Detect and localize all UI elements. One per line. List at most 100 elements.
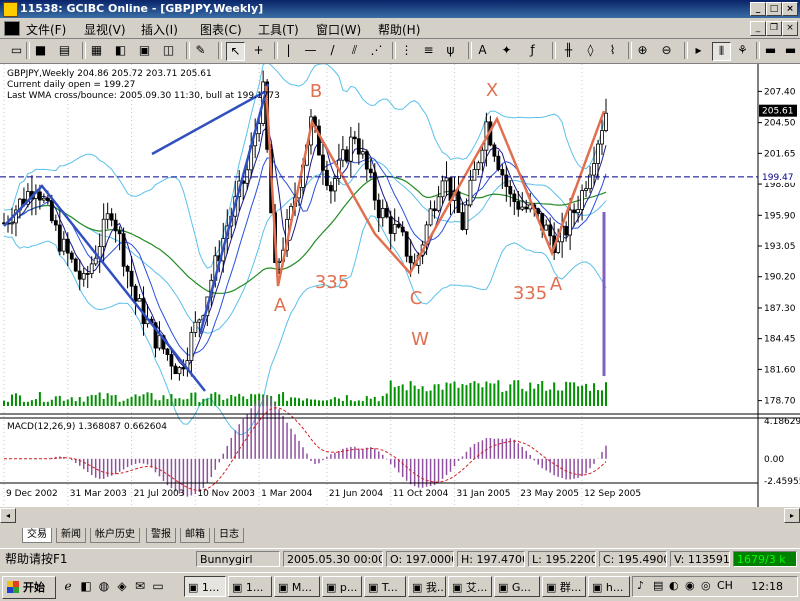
chart-shift-icon[interactable]: ⦀ (712, 42, 731, 61)
taskbar-task[interactable]: ▣ T... (364, 576, 406, 597)
chart-window-icon[interactable] (4, 21, 20, 36)
volume-bar (381, 395, 384, 406)
fibo-lines-icon[interactable]: ≡ (420, 42, 437, 59)
terminal-tab[interactable]: 邮箱 (180, 528, 210, 543)
volume-bar (34, 399, 37, 406)
price-chart[interactable]: 4.186290.00-2.45955 207.40204.50201.6519… (0, 61, 800, 507)
date-axis-label: 12 Sep 2005 (584, 489, 641, 499)
terminal-icon[interactable]: ▣ (136, 42, 153, 59)
terminal-tab[interactable]: 帐户历史 (90, 528, 140, 543)
cursor-icon[interactable]: ↖ (226, 42, 245, 61)
line-chart-icon[interactable]: ⌇ (604, 42, 621, 59)
candle-body (41, 197, 46, 201)
save-icon[interactable]: ■ (32, 42, 49, 59)
taskbar-task[interactable]: ▣ 艾... (448, 576, 492, 597)
terminal-tab[interactable]: 日志 (214, 528, 244, 543)
child-restore-button[interactable]: ❐ (766, 21, 782, 36)
chart-window[interactable]: 4.186290.00-2.45955 207.40204.50201.6519… (0, 61, 800, 507)
maximize-button[interactable]: □ (766, 2, 782, 16)
taskbar-task[interactable]: ▣ 1... (228, 576, 272, 597)
volume-bar (218, 394, 221, 406)
taskbar-task[interactable]: ▣ h... (588, 576, 630, 597)
outlook-icon[interactable]: ✉ (132, 578, 148, 594)
network-icon[interactable]: ▤ (653, 579, 663, 592)
navigator-icon[interactable]: ◧ (112, 42, 129, 59)
media-icon[interactable]: ◈ (114, 578, 130, 594)
horizontal-scrollbar[interactable]: ◂ ▸ (0, 508, 800, 523)
periodicity-icon[interactable]: ▬ (762, 42, 779, 59)
status-traffic[interactable]: 1679/3 k (733, 551, 797, 567)
toolbar-separator (684, 42, 688, 59)
fibonacci-icon[interactable]: ⋮ (398, 42, 415, 59)
language-indicator[interactable]: CH (717, 579, 733, 592)
taskbar-task[interactable]: ▣ p... (322, 576, 362, 597)
window-title-bar[interactable]: 11538: GCIBC Online - [GBPJPY,Weekly] _ … (0, 0, 800, 18)
crosshair-icon[interactable]: + (250, 42, 267, 59)
taskbar-task[interactable]: ▣ G... (494, 576, 540, 597)
scroll-left-arrow[interactable]: ◂ (0, 508, 16, 523)
menu-view[interactable]: 显视(V) (84, 21, 126, 38)
zoom-out-icon[interactable]: ⊖ (658, 42, 675, 59)
text-icon[interactable]: A (474, 42, 491, 59)
gann-fan-icon[interactable]: ⋰ (368, 42, 385, 59)
macd-axis-label: -2.45955 (764, 477, 800, 487)
volume-bar (198, 401, 201, 406)
messenger-icon[interactable]: ◍ (96, 578, 112, 594)
trendline-icon[interactable]: / (324, 42, 341, 59)
ime-icon[interactable]: ◎ (701, 579, 711, 592)
ie-icon[interactable]: ℯ (60, 578, 76, 594)
volume-bar (361, 401, 364, 406)
channel-icon[interactable]: ⫽ (346, 42, 363, 59)
qq-icon[interactable]: ◉ (685, 579, 695, 592)
speaker-icon[interactable]: ♪ (637, 579, 644, 592)
menu-window[interactable]: 窗口(W) (316, 21, 361, 38)
toolbar-separator (218, 42, 222, 59)
terminal-tab[interactable]: 交易 (22, 528, 52, 543)
start-button[interactable]: 开始 (2, 576, 56, 599)
volume-bar (42, 401, 45, 406)
terminal-tab[interactable]: 警报 (146, 528, 176, 543)
andrews-pitchfork-icon[interactable]: ψ (442, 42, 459, 59)
label-icon[interactable]: ✦ (498, 42, 515, 59)
indicators-icon[interactable]: ⚘ (734, 42, 751, 59)
minimize-button[interactable]: _ (750, 2, 766, 16)
child-minimize-button[interactable]: _ (750, 21, 766, 36)
vertical-line-icon[interactable]: | (280, 42, 297, 59)
templates-icon[interactable]: ▬ (782, 42, 799, 59)
menu-help[interactable]: 帮助(H) (378, 21, 420, 38)
volume-bar (457, 387, 460, 406)
child-close-button[interactable]: × (782, 21, 798, 36)
date-axis-label: 1 Mar 2004 (261, 489, 313, 499)
menu-insert[interactable]: 插入(I) (141, 21, 178, 38)
wave-annotation-label: X (486, 80, 498, 101)
taskbar-task[interactable]: ▣ 1... (184, 576, 226, 597)
pencil-icon[interactable]: ✎ (192, 42, 209, 59)
close-button[interactable]: × (782, 2, 798, 16)
tester-icon[interactable]: ◫ (160, 42, 177, 59)
menu-charts[interactable]: 图表(C) (200, 21, 242, 38)
new-chart-icon[interactable]: ▭ (8, 42, 25, 59)
antivirus-icon[interactable]: ◐ (669, 579, 679, 592)
period-icon[interactable]: ƒ (524, 42, 541, 59)
desktop-icon[interactable]: ▭ (150, 578, 166, 594)
taskbar-task[interactable]: ▣ 群... (542, 576, 586, 597)
taskbar-task[interactable]: ▣ M... (274, 576, 320, 597)
horizontal-line-icon[interactable]: — (302, 42, 319, 59)
print-icon[interactable]: ▤ (56, 42, 73, 59)
candles-icon[interactable]: ◊ (582, 42, 599, 59)
market-watch-icon[interactable]: ▦ (88, 42, 105, 59)
autoscroll-icon[interactable]: ▸ (690, 42, 707, 59)
volume-bar (513, 380, 516, 406)
bar-chart-icon[interactable]: ╫ (560, 42, 577, 59)
terminal-tab[interactable]: 新闻 (56, 528, 86, 543)
taskbar-task[interactable]: ▣ 我... (408, 576, 446, 597)
candle-body (368, 168, 373, 174)
volume-bar (130, 396, 133, 406)
zoom-in-icon[interactable]: ⊕ (634, 42, 651, 59)
menu-file[interactable]: 文件(F) (26, 21, 66, 38)
explorer-icon[interactable]: ◧ (78, 578, 94, 594)
volume-bar (86, 396, 89, 406)
volume-bar (485, 381, 488, 406)
scroll-right-arrow[interactable]: ▸ (784, 508, 800, 523)
menu-tools[interactable]: 工具(T) (258, 21, 299, 38)
